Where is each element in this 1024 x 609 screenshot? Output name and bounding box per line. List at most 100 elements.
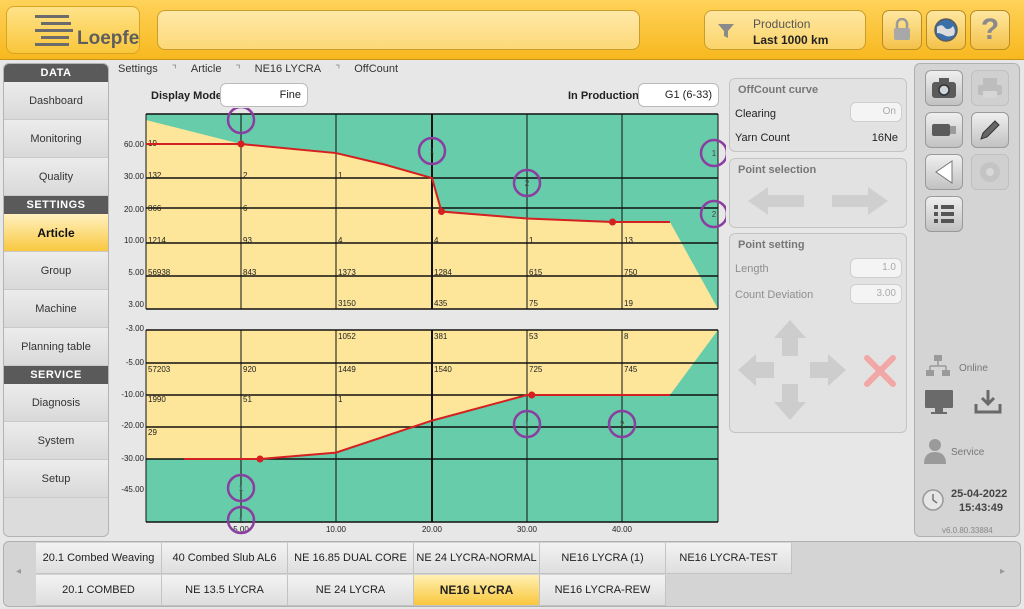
point-setting-panel: Point setting Length 1.0 Count Deviation… <box>729 233 907 433</box>
x-tick-label: 10.00 <box>326 525 347 534</box>
right-toolbar: Online Service 25-04-2022 15:43:49 v6.0.… <box>914 63 1020 537</box>
sidebar-item-planning-table[interactable]: Planning table <box>4 328 108 366</box>
sidebar-item-system[interactable]: System <box>4 422 108 460</box>
count-deviation-input[interactable]: 3.00 <box>850 284 902 304</box>
screenshot-button[interactable] <box>925 70 963 106</box>
y-tick-label: 60.00 <box>124 140 145 149</box>
x-tick-label: 20.00 <box>422 525 443 534</box>
help-icon: ? <box>980 13 1000 46</box>
sidebar-item-group[interactable]: Group <box>4 252 108 290</box>
article-tab[interactable]: NE 16.85 DUAL CORE <box>288 543 414 574</box>
article-tab[interactable]: NE16 LYCRA-TEST <box>666 543 792 574</box>
direction-pad[interactable] <box>736 318 856 422</box>
event-marker-label: 1 <box>712 149 717 158</box>
refresh-button[interactable] <box>971 154 1009 190</box>
clock-icon <box>922 489 944 511</box>
cell-count: 6 <box>243 204 248 213</box>
cell-count: 1052 <box>338 332 356 341</box>
sidebar-item-article[interactable]: Article <box>4 214 108 252</box>
x-tick-label: 30.00 <box>517 525 538 534</box>
help-button[interactable]: ? <box>970 10 1010 50</box>
edit-button[interactable] <box>971 112 1009 148</box>
article-tab[interactable]: 40 Combed Slub AL6 <box>162 543 288 574</box>
pencil-icon <box>980 120 1000 140</box>
sidebar-item-monitoring[interactable]: Monitoring <box>4 120 108 158</box>
message-box <box>157 10 640 50</box>
arrow-right-icon[interactable] <box>830 185 890 217</box>
cell-count: 13 <box>624 236 633 245</box>
cog-icon <box>980 162 1000 182</box>
cell-count: 1 <box>338 171 343 180</box>
arrow-left-icon[interactable] <box>746 185 806 217</box>
cell-count: 51 <box>243 395 252 404</box>
camera-icon <box>932 78 956 98</box>
curve-handle-point <box>256 455 264 463</box>
article-tab[interactable]: NE 24 LYCRA-NORMAL <box>414 543 540 574</box>
arrow-right-icon <box>810 354 846 386</box>
length-label: Length <box>735 263 769 275</box>
sidebar-item-setup[interactable]: Setup <box>4 460 108 498</box>
y-tick-label: 3.00 <box>128 300 144 309</box>
usb-stick-icon <box>932 124 956 136</box>
monitor-icon[interactable] <box>923 388 955 416</box>
event-marker-label: 1 <box>239 516 244 525</box>
y-tick-label: 20.00 <box>124 205 145 214</box>
cell-count: 53 <box>529 332 538 341</box>
sidebar-item-machine[interactable]: Machine <box>4 290 108 328</box>
funnel-icon <box>718 24 734 38</box>
cell-count: 750 <box>624 268 638 277</box>
event-marker-label: 1 <box>239 484 244 493</box>
download-icon[interactable] <box>973 388 1003 416</box>
article-tab[interactable]: NE 13.5 LYCRA <box>162 575 288 606</box>
in-production-select[interactable]: G1 (6-33) <box>638 83 719 107</box>
back-button[interactable] <box>925 154 963 190</box>
length-input[interactable]: 1.0 <box>850 258 902 278</box>
lock-button[interactable] <box>882 10 922 50</box>
cell-count: 1449 <box>338 365 356 374</box>
list-button[interactable] <box>925 196 963 232</box>
clearing-toggle[interactable]: On <box>850 102 902 122</box>
sidebar-item-diagnosis[interactable]: Diagnosis <box>4 384 108 422</box>
curve-handle-point <box>438 208 445 215</box>
usb-export-button[interactable] <box>925 112 963 148</box>
event-marker-label: 2 <box>712 210 717 219</box>
production-filter-button[interactable]: Production Last 1000 km <box>704 10 866 50</box>
breadcrumb-item[interactable]: Article <box>191 63 222 76</box>
current-date: 25-04-2022 <box>951 488 1008 500</box>
breadcrumb-item[interactable]: NE16 LYCRA <box>255 63 321 76</box>
language-button[interactable] <box>926 10 966 50</box>
cell-count: 4 <box>434 236 439 245</box>
article-tab-active[interactable]: NE16 LYCRA <box>414 575 540 606</box>
article-tab[interactable]: NE 24 LYCRA <box>288 575 414 606</box>
play-back-icon <box>935 160 953 184</box>
cell-count: 57203 <box>148 365 171 374</box>
sidebar-item-dashboard[interactable]: Dashboard <box>4 82 108 120</box>
cell-count: 866 <box>148 204 162 213</box>
breadcrumb-item[interactable]: Settings <box>118 63 158 76</box>
offcount-curve-title: OffCount curve <box>738 84 819 96</box>
cell-count: 1 <box>338 395 343 404</box>
curve-handle-point <box>237 140 245 148</box>
cell-count: 8 <box>624 332 629 341</box>
cell-count: 75 <box>529 299 538 308</box>
display-mode-select[interactable]: Fine <box>220 83 308 107</box>
article-tab[interactable]: NE16 LYCRA (1) <box>540 543 666 574</box>
article-tab[interactable]: 20.1 COMBED WEAVING <box>36 575 162 606</box>
article-tabs: ◂ ▸ 20.1 Combed Weaving 40 Combed Slub A… <box>3 541 1021 607</box>
article-tab[interactable]: 20.1 Combed Weaving <box>36 543 162 574</box>
scroll-left-icon[interactable]: ◂ <box>16 566 21 577</box>
clearing-label: Clearing <box>735 108 776 120</box>
production-value: Last 1000 km <box>753 33 829 47</box>
article-tab[interactable]: NE16 LYCRA-REW <box>540 575 666 606</box>
cell-count: 1540 <box>434 365 452 374</box>
sidebar-item-quality[interactable]: Quality <box>4 158 108 196</box>
scroll-right-icon[interactable]: ▸ <box>1000 566 1005 577</box>
cell-count: 4 <box>338 236 343 245</box>
offcount-chart[interactable]: 19 132 2 1 866 6 1214 93 4 4 1 13 56938 843 1373 1284 61… <box>110 108 726 538</box>
print-button[interactable] <box>971 70 1009 106</box>
delete-point-icon[interactable] <box>863 354 897 388</box>
yarn-count-label: Yarn Count <box>735 132 790 144</box>
cell-count: 93 <box>243 236 252 245</box>
cell-count: 1990 <box>148 395 166 404</box>
x-tick-label: 40.00 <box>612 525 633 534</box>
